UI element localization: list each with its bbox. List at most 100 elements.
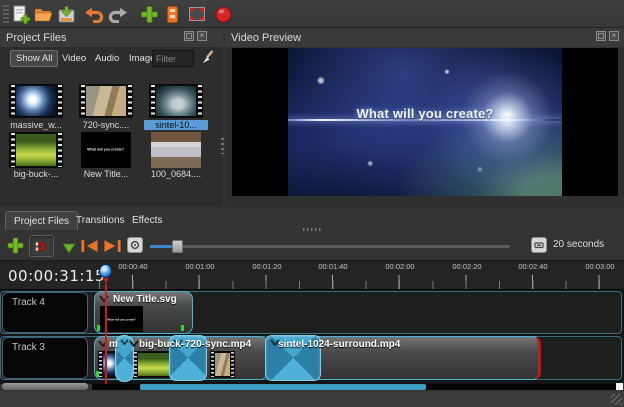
playhead-marker-tip xyxy=(103,278,109,284)
file-thumbnail-photo[interactable] xyxy=(151,132,201,168)
clip-thumbnail xyxy=(210,351,235,378)
playhead-marker[interactable] xyxy=(99,264,112,278)
center-playhead-icon xyxy=(130,240,140,250)
filter-audio-button[interactable]: Audio xyxy=(90,50,124,67)
ruler-label: 00:00:40 xyxy=(113,262,153,271)
new-project-button[interactable] xyxy=(9,3,31,25)
fullscreen-button[interactable] xyxy=(186,3,208,25)
thumbnail-image xyxy=(16,86,56,116)
export-video-icon xyxy=(214,5,233,24)
playhead-line xyxy=(105,284,107,384)
clip-new-title[interactable]: New Title.svg What will you create? xyxy=(94,291,193,334)
ruler-label: 00:02:40 xyxy=(513,262,553,271)
track-4-label-box: Track 4 xyxy=(2,292,88,333)
undo-button[interactable] xyxy=(83,3,105,25)
new-project-icon xyxy=(11,5,30,24)
project-files-float-icon[interactable] xyxy=(184,31,194,41)
file-label[interactable]: 720-sync.... xyxy=(74,120,138,130)
razor-tool-button[interactable] xyxy=(62,241,76,259)
filter-video-label: Video xyxy=(62,53,86,64)
snapping-toggle-button[interactable] xyxy=(29,235,54,257)
filmstrip-sprockets xyxy=(151,85,155,117)
filmstrip-sprockets xyxy=(231,352,234,377)
timeline-ruler[interactable]: 00:00:31:15 00:00:40 00:01:00 00:01:20 0… xyxy=(0,260,624,290)
file-thumbnail-massive[interactable] xyxy=(9,84,63,118)
clip-thumb-text: What will you create? xyxy=(107,317,136,321)
clip-menu-chevron-icon[interactable] xyxy=(98,340,108,347)
window-resize-grip[interactable] xyxy=(611,394,622,405)
tab-transitions[interactable]: Transitions xyxy=(68,211,133,230)
redo-icon xyxy=(108,6,128,23)
export-video-button[interactable] xyxy=(212,3,234,25)
zoom-slider-handle[interactable] xyxy=(172,240,183,253)
zoom-slider-track[interactable] xyxy=(150,245,510,248)
main-toolbar xyxy=(0,0,624,28)
filmstrip-sprockets xyxy=(211,352,214,377)
center-playhead-button[interactable] xyxy=(127,237,143,253)
save-project-button[interactable] xyxy=(55,3,77,25)
clear-filter-brush-icon[interactable] xyxy=(199,49,214,67)
clip-menu-chevron-icon[interactable] xyxy=(129,340,139,347)
timeline-hscrollbar-handle[interactable] xyxy=(140,384,426,390)
file-thumbnail-sintel[interactable] xyxy=(149,84,203,118)
ruler-label: 00:01:40 xyxy=(313,262,353,271)
project-files-close-icon[interactable]: × xyxy=(197,31,207,41)
clip-label: big-buck- xyxy=(139,339,184,350)
video-preview-title: Video Preview xyxy=(231,32,301,44)
thumbnail-image xyxy=(215,353,230,376)
file-thumbnail-new-title[interactable]: What will you create? xyxy=(81,132,131,168)
tab-effects[interactable]: Effects xyxy=(124,211,170,230)
scrollbar-corner-box xyxy=(616,383,623,390)
choose-profile-button[interactable] xyxy=(161,3,183,25)
video-preview-panel: Video Preview × What will you create? xyxy=(225,28,624,232)
project-files-title: Project Files xyxy=(6,32,67,44)
filter-audio-label: Audio xyxy=(95,53,119,64)
filmstrip-sprockets xyxy=(11,133,15,167)
clip-menu-chevron-icon[interactable] xyxy=(99,295,109,302)
video-preview-close-icon[interactable]: × xyxy=(609,31,619,41)
openshot-window: Project Files × Show All Video Audio Ima… xyxy=(0,0,624,407)
transition-chevron-icon[interactable] xyxy=(120,339,129,345)
video-preview-float-icon[interactable] xyxy=(596,31,606,41)
import-files-button[interactable] xyxy=(138,3,160,25)
file-label[interactable]: big-buck-... xyxy=(4,169,68,179)
filter-show-all-button[interactable]: Show All xyxy=(10,50,58,67)
undo-icon xyxy=(84,6,104,23)
choose-profile-icon xyxy=(163,5,182,24)
timeline-jump-start-icon xyxy=(80,239,99,253)
import-files-icon xyxy=(140,5,159,24)
filter-show-all-label: Show All xyxy=(16,53,52,64)
open-project-button[interactable] xyxy=(32,3,54,25)
filmstrip-sprockets xyxy=(99,352,102,377)
timeline-jump-start-button[interactable] xyxy=(80,239,99,258)
tab-project-files-label: Project Files xyxy=(14,216,69,227)
ruler-label: 00:02:20 xyxy=(447,262,487,271)
file-label[interactable]: massive_w... xyxy=(4,120,68,130)
redo-button[interactable] xyxy=(107,3,129,25)
video-preview-canvas[interactable]: What will you create? xyxy=(232,48,618,196)
add-track-icon xyxy=(7,237,24,254)
ruler-label: 00:01:00 xyxy=(180,262,220,271)
file-label[interactable]: 100_0684.... xyxy=(144,169,208,179)
panel-splitter-handle[interactable] xyxy=(221,138,224,154)
filter-video-button[interactable]: Video xyxy=(57,50,91,67)
filter-input[interactable] xyxy=(152,50,194,67)
filmstrip-sprockets xyxy=(198,85,202,117)
timeline-tracks-area[interactable]: Track 4 New Title.svg What will you crea… xyxy=(0,290,624,384)
file-label[interactable]: New Title... xyxy=(74,169,138,179)
timeline-jump-end-button[interactable] xyxy=(103,239,122,258)
video-preview-header: Video Preview xyxy=(225,28,624,47)
zoom-fit-button[interactable] xyxy=(531,237,547,253)
playhead-timecode: 00:00:31:15 xyxy=(8,267,105,285)
filmstrip-sprockets xyxy=(58,133,62,167)
video-frame: What will you create? xyxy=(288,48,562,196)
file-label-selected[interactable]: sintel-10... xyxy=(144,120,208,130)
tab-transitions-label: Transitions xyxy=(76,215,125,226)
horizontal-splitter-handle[interactable] xyxy=(303,228,323,231)
file-thumbnail-big-buck[interactable] xyxy=(9,132,63,168)
clip-label: 720-sync.mp4 xyxy=(185,339,251,350)
fullscreen-icon xyxy=(187,5,207,23)
filmstrip-sprockets xyxy=(128,85,132,117)
add-track-button[interactable] xyxy=(7,237,24,259)
file-thumbnail-720-sync[interactable] xyxy=(79,84,133,118)
